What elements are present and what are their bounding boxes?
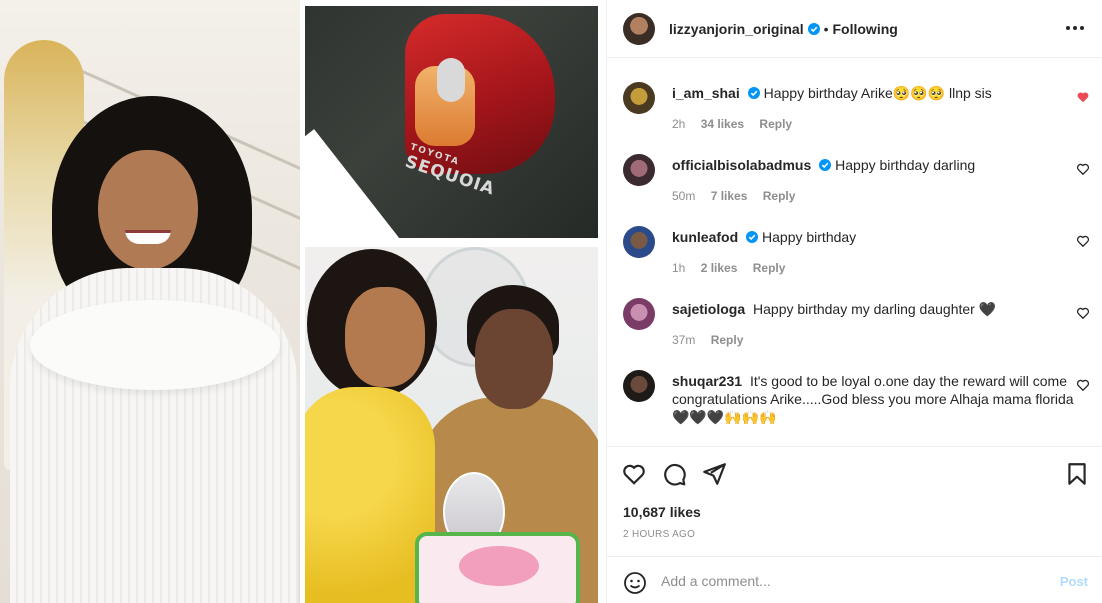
comment-text: Happy birthday [762, 229, 857, 245]
comment-body: i_am_shai Happy birthday Arike🥺🥺🥺 llnp s… [672, 84, 1062, 102]
bookmark-icon[interactable] [1064, 461, 1090, 487]
commenter-username[interactable]: shuqar231 [672, 373, 742, 389]
person-right-face [475, 309, 553, 409]
commenter-username[interactable]: officialbisolabadmus [672, 157, 811, 173]
comment-text: Happy birthday Arike🥺🥺🥺 llnp sis [763, 85, 992, 101]
heart-outline-icon[interactable] [1076, 306, 1090, 320]
comment-likes[interactable]: 34 likes [701, 117, 744, 131]
dress-ruffle [30, 300, 280, 390]
separator-dot: • [823, 20, 829, 37]
comment-time[interactable]: 1h [672, 261, 685, 275]
more-horizontal-icon[interactable] [1064, 18, 1086, 38]
comment-meta: 2h 34 likes Reply [672, 117, 804, 131]
heart-outline-icon[interactable] [1076, 162, 1090, 176]
verified-badge-icon [747, 87, 760, 99]
post-timestamp: 2 HOURS AGO [623, 529, 696, 540]
comment-body: kunleafod Happy birthday [672, 228, 1062, 246]
verified-badge-icon [819, 159, 832, 171]
commenter-username[interactable]: kunleafod [672, 229, 738, 245]
collage-divider [305, 129, 413, 238]
comment-time[interactable]: 37m [672, 333, 695, 347]
comment-meta: 37m Reply [672, 333, 755, 347]
comment-likes[interactable]: 2 likes [701, 261, 738, 275]
reply-button[interactable]: Reply [711, 333, 744, 347]
verified-badge-icon [807, 22, 820, 35]
likes-count[interactable]: 10,687 likes [623, 504, 701, 520]
person-left-face [345, 287, 425, 387]
commenter-username[interactable]: i_am_shai [672, 85, 740, 101]
photo-car-taillight: TOYOTA SEQUOIA [305, 6, 598, 238]
heart-icon[interactable] [621, 461, 647, 487]
comment-time[interactable]: 50m [672, 189, 695, 203]
emoji-icon[interactable] [623, 571, 647, 595]
post-sidebar: lizzyanjorin_original • Following i_am_s… [607, 0, 1102, 603]
reply-button[interactable]: Reply [763, 189, 796, 203]
face [98, 150, 198, 270]
birthday-cake [415, 532, 580, 603]
commenter-avatar[interactable] [623, 370, 655, 402]
comment-likes[interactable]: 7 likes [711, 189, 748, 203]
commenter-avatar[interactable] [623, 82, 655, 114]
author-avatar[interactable] [623, 12, 655, 45]
post-button[interactable]: Post [1060, 574, 1088, 589]
comment-meta: 1h 2 likes Reply [672, 261, 797, 275]
verified-badge-icon [746, 231, 759, 243]
heart-outline-icon[interactable] [1076, 234, 1090, 248]
commenter-avatar[interactable] [623, 226, 655, 258]
photo-cake-celebration [305, 247, 598, 603]
commenter-avatar[interactable] [623, 298, 655, 330]
heart-outline-icon[interactable] [1076, 378, 1090, 392]
reply-button[interactable]: Reply [759, 117, 792, 131]
comment-text: Happy birthday darling [835, 157, 976, 173]
smile [125, 230, 171, 244]
comment-input[interactable] [661, 569, 1041, 593]
following-button[interactable]: Following [833, 21, 898, 37]
commenter-avatar[interactable] [623, 154, 655, 186]
comment-text: Happy birthday my darling daughter 🖤 [753, 301, 997, 317]
add-comment-bar: Post [607, 556, 1102, 603]
liked-heart-icon[interactable] [1076, 90, 1090, 104]
commenter-username[interactable]: sajetiologa [672, 301, 745, 317]
comment-body: officialbisolabadmus Happy birthday darl… [672, 156, 1062, 174]
comment-icon[interactable] [661, 461, 687, 487]
post-header: lizzyanjorin_original • Following [607, 0, 1102, 58]
send-icon[interactable] [701, 461, 727, 487]
comment-body: sajetiologa Happy birthday my darling da… [672, 300, 1062, 318]
comment-time[interactable]: 2h [672, 117, 685, 131]
comment-meta: 50m 7 likes Reply [672, 189, 807, 203]
post-media[interactable]: TOYOTA SEQUOIA [0, 0, 606, 603]
reverse-light [437, 58, 465, 102]
post-actions: 10,687 likes 2 HOURS AGO [607, 446, 1102, 556]
comment-body: shuqar231 It's good to be loyal o.one da… [672, 372, 1077, 426]
reply-button[interactable]: Reply [753, 261, 786, 275]
author-username[interactable]: lizzyanjorin_original [669, 21, 804, 37]
photo-woman-white-dress [0, 0, 300, 603]
